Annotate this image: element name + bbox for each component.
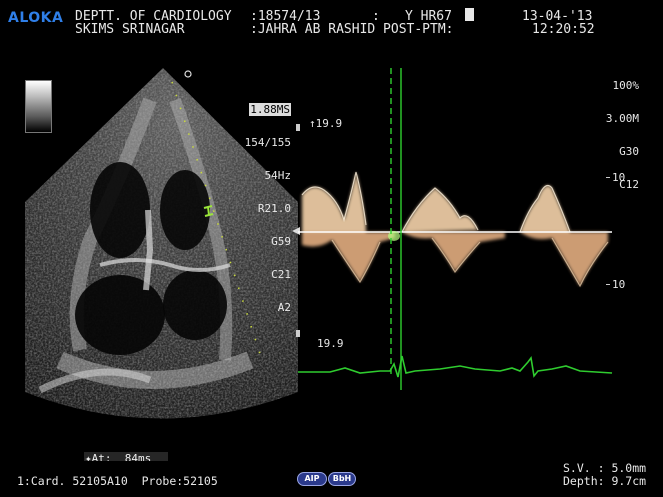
bmode-param-highlight: 1.88MS <box>249 103 291 116</box>
grayscale-bar <box>25 80 52 133</box>
bmode-params: 1.88MS 154/155 54Hz R21.0 G59 C21 A2 <box>236 82 291 324</box>
patient-name: :JAHRA AB RASHID POST-PTM: <box>250 22 454 37</box>
doppler-param-depth: 3.00M <box>605 112 639 125</box>
exam-time: 12:20:52 <box>532 22 595 37</box>
scale-tick-top <box>296 124 300 131</box>
header-marker-block <box>465 8 474 21</box>
doppler-params: 100% 3.00M G30 C12 <box>592 58 639 201</box>
velocity-tick-mark-lower <box>606 284 610 285</box>
doppler-param-power: 100% <box>612 79 640 92</box>
bmode-param-contrast: C21 <box>271 268 291 281</box>
baseline-arrow <box>292 227 300 235</box>
scale-tick-bottom <box>296 330 300 337</box>
velocity-scale-top: ↑19.9 <box>309 117 343 130</box>
bmode-param-frequency: 54Hz <box>264 169 292 182</box>
aloka-logo: ALOKA <box>8 10 64 26</box>
bmode-param-acoustic: A2 <box>277 301 291 314</box>
hospital-label: SKIMS SRINAGAR <box>75 22 185 37</box>
sample-volume-size: S.V. : 5.0mm <box>563 461 647 475</box>
probe-info: 1:Card. 52105A10 Probe:52105 <box>17 474 218 488</box>
doppler-param-gain: G30 <box>619 145 639 158</box>
aip-badge: AIP <box>297 472 327 486</box>
velocity-scale-bottom: 19.9 <box>317 337 344 350</box>
bmode-param-gain: G59 <box>271 235 291 248</box>
cursor-highlight <box>388 231 400 241</box>
bmode-param-frame: 154/155 <box>244 136 291 149</box>
velocity-tick-lower: 10 <box>612 278 626 291</box>
doppler-param-contrast: C12 <box>619 178 639 191</box>
scan-depth: Depth: 9.7cm <box>563 474 647 488</box>
orientation-marker <box>184 70 192 78</box>
bbh-badge: BbH <box>328 472 356 486</box>
ecg-trace <box>298 355 613 378</box>
bmode-param-range: R21.0 <box>257 202 291 215</box>
